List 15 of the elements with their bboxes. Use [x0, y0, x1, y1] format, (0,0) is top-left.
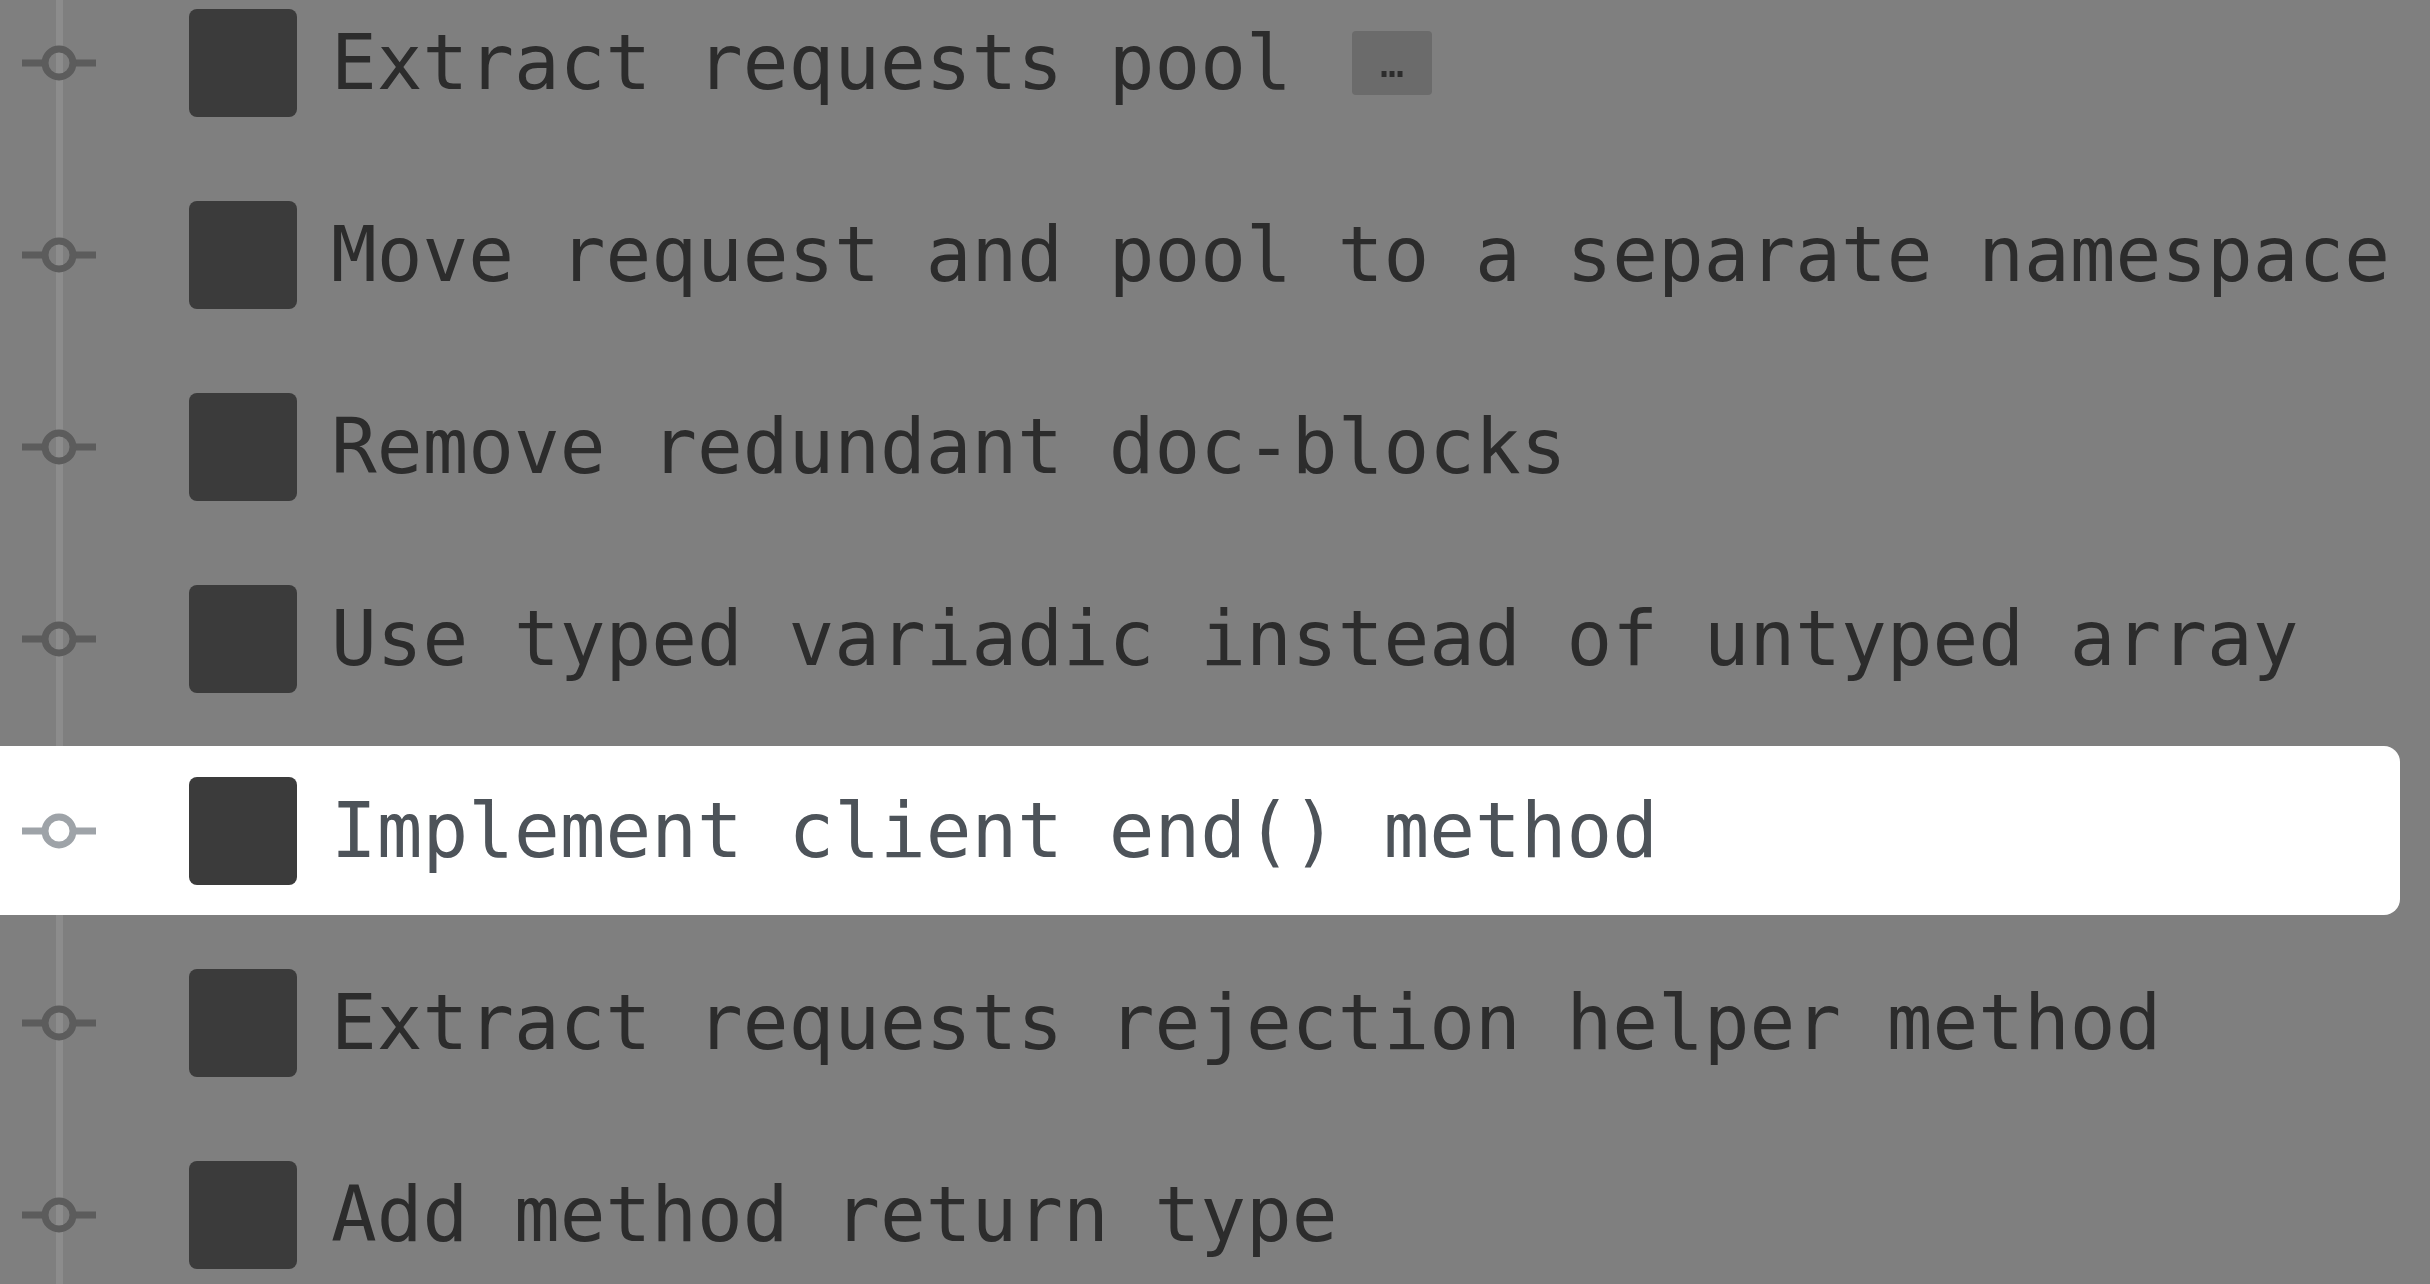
commit-row[interactable]: Extract requests pool …: [0, 0, 2400, 147]
commit-message[interactable]: Add method return type: [331, 1172, 1338, 1257]
commit-message[interactable]: Move request and pool to a separate namespace: [331, 212, 2390, 297]
commit-message[interactable]: Extract requests pool: [331, 20, 1292, 105]
commit-message[interactable]: Extract requests rejection helper method: [331, 980, 2162, 1065]
commit-message[interactable]: Remove redundant doc-blocks: [331, 404, 1567, 489]
commit-row[interactable]: Use typed variadic instead of untyped array: [0, 554, 2400, 723]
selected-commit-row[interactable]: Implement client end() method: [0, 746, 2400, 915]
commit-message[interactable]: Implement client end() method: [331, 788, 1658, 873]
commit-row[interactable]: Remove redundant doc-blocks: [0, 362, 2400, 531]
commit-message[interactable]: Use typed variadic instead of untyped array: [331, 596, 2299, 681]
commit-row[interactable]: Extract requests rejection helper method: [0, 938, 2400, 1107]
commit-row[interactable]: Move request and pool to a separate namespace: [0, 170, 2400, 339]
expand-button[interactable]: …: [1351, 30, 1432, 95]
commit-row[interactable]: Add method return type: [0, 1130, 2400, 1284]
